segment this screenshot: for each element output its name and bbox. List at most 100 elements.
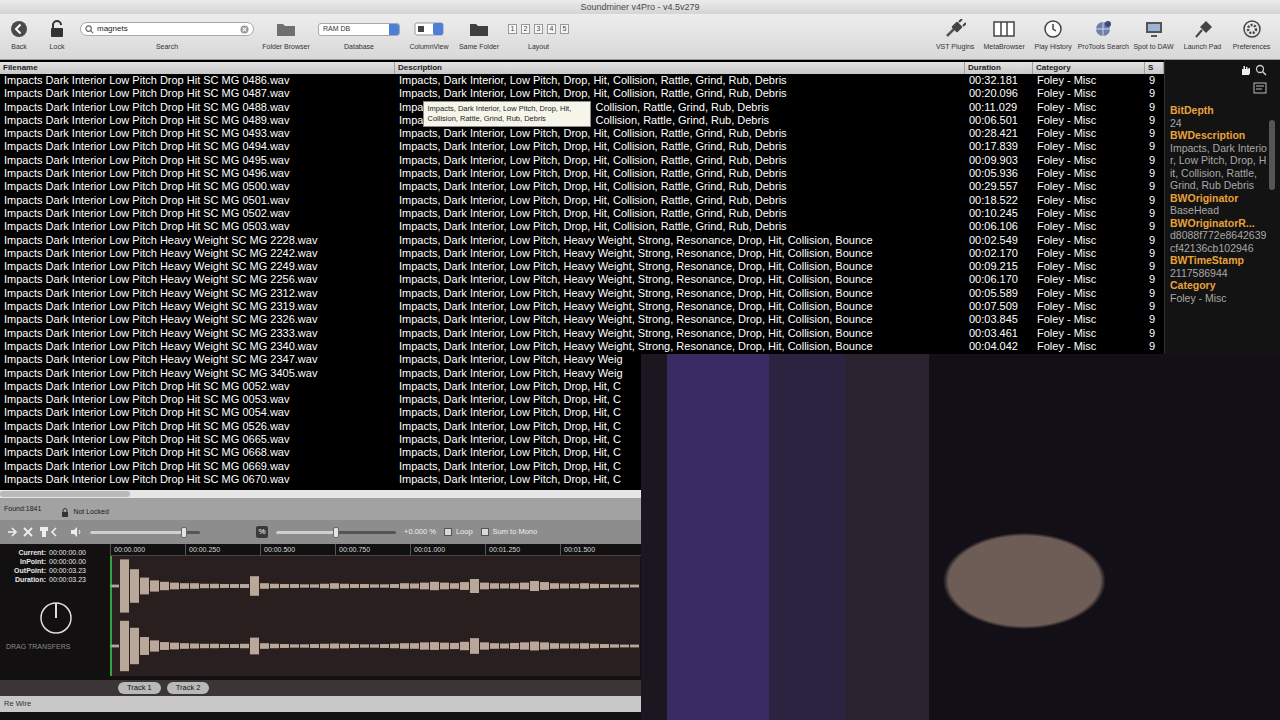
filename-cell: Impacts Dark Interior Low Pitch Drop Hit… (0, 207, 395, 220)
volume-slider[interactable] (90, 531, 200, 534)
table-row[interactable]: Impacts Dark Interior Low Pitch Drop Hit… (0, 127, 1164, 140)
table-row[interactable]: Impacts Dark Interior Low Pitch Heavy We… (0, 247, 1164, 260)
waveform-bar (620, 645, 629, 648)
toolbar-button[interactable]: VST Plugins (931, 16, 980, 59)
column-header[interactable]: S (1145, 62, 1164, 74)
search-field[interactable] (80, 22, 254, 36)
description-text: Impacts, Dark Interior, Low Pitch, Drop,… (399, 460, 621, 472)
search-icon[interactable] (1255, 64, 1267, 76)
sum-to-mono-checkbox[interactable]: Sum to Mono (481, 526, 538, 537)
description-text: Impacts, Dark Interior, Low Pitch, Heavy… (399, 234, 873, 246)
knob-icon[interactable] (38, 600, 74, 636)
table-row[interactable]: Impacts Dark Interior Low Pitch Drop Hit… (0, 167, 1164, 180)
metadata-scrollbar[interactable] (1269, 120, 1275, 190)
scroll-thumb[interactable] (0, 491, 130, 497)
toolbar-icon-box (468, 16, 490, 42)
table-row[interactable]: Impacts Dark Interior Low Pitch Heavy We… (0, 287, 1164, 300)
layout-button[interactable]: 5 (560, 24, 569, 34)
toolbar-button[interactable]: Folder Browser (262, 16, 310, 59)
loop-checkbox-box[interactable] (444, 528, 452, 536)
metadata-field: BWOriginatorBaseHead (1170, 192, 1267, 217)
waveform-bar (220, 644, 229, 648)
document-icon[interactable] (1253, 82, 1267, 94)
description-text: Impacts, Dark Interior, Low Pitch, Heavy… (399, 367, 623, 379)
lock-status[interactable]: Not Locked (61, 504, 108, 520)
time-line: Duration:00:00:03.23 (6, 575, 106, 584)
category-cell: Foley - Misc (1033, 194, 1145, 207)
toolbar-button[interactable]: Preferences (1227, 16, 1276, 59)
toolbar-button[interactable]: Lock (42, 16, 72, 59)
table-row[interactable]: Impacts Dark Interior Low Pitch Drop Hit… (0, 207, 1164, 220)
table-row[interactable]: Impacts Dark Interior Low Pitch Heavy We… (0, 313, 1164, 326)
hand-icon[interactable] (1239, 64, 1251, 76)
waveform-bar (120, 621, 129, 671)
pin-icon (1192, 19, 1214, 39)
waveform-bar (400, 643, 409, 649)
track-tab[interactable]: Track 1 (118, 682, 161, 694)
table-horizontal-scrollbar[interactable] (0, 490, 641, 498)
toolbar-button[interactable]: Spot to DAW (1129, 16, 1178, 59)
search-label: Search (156, 42, 178, 53)
volume-slider-thumb[interactable] (181, 527, 187, 538)
table-row[interactable]: Impacts Dark Interior Low Pitch Drop Hit… (0, 140, 1164, 153)
loop-checkbox[interactable]: Loop (444, 526, 473, 537)
table-row[interactable]: Impacts Dark Interior Low Pitch Drop Hit… (0, 101, 1164, 114)
table-row[interactable]: Impacts Dark Interior Low Pitch Drop Hit… (0, 74, 1164, 87)
table-row[interactable]: Impacts Dark Interior Low Pitch Heavy We… (0, 273, 1164, 286)
table-row[interactable]: Impacts Dark Interior Low Pitch Heavy We… (0, 340, 1164, 353)
table-row[interactable]: Impacts Dark Interior Low Pitch Heavy We… (0, 234, 1164, 247)
category-cell: Foley - Misc (1033, 273, 1145, 286)
table-row[interactable]: Impacts Dark Interior Low Pitch Drop Hit… (0, 220, 1164, 233)
search-input[interactable] (97, 23, 237, 35)
playhead[interactable] (110, 556, 112, 676)
description-cell: Impacts, Dark Interior, Low Pitch, Heavy… (395, 260, 965, 273)
transport-icon[interactable] (6, 525, 62, 539)
description-text: Impacts, Dark Interior, Low Pitch, Drop,… (399, 167, 787, 179)
column-header[interactable]: Filename (0, 62, 395, 74)
track-tab[interactable]: Track 2 (167, 682, 210, 694)
toolbar-button[interactable]: Play History (1029, 16, 1078, 59)
description-text: Impacts, Dark Interior, Low Pitch, Heavy… (399, 340, 873, 352)
filename-cell: Impacts Dark Interior Low Pitch Drop Hit… (0, 460, 395, 473)
table-row[interactable]: Impacts Dark Interior Low Pitch Drop Hit… (0, 180, 1164, 193)
toolbar-button[interactable]: Back (4, 16, 34, 59)
toolbar-button[interactable]: Launch Pad (1178, 16, 1227, 59)
table-row[interactable]: Impacts Dark Interior Low Pitch Drop Hit… (0, 87, 1164, 100)
pitch-slider[interactable] (276, 531, 396, 534)
waveform-bar (310, 584, 319, 587)
database-tool: RAM DBDatabase (318, 16, 400, 59)
toolbar-button[interactable]: Same Folder (458, 16, 500, 59)
toolbar-icon-box (944, 16, 966, 42)
folder-icon (275, 20, 297, 38)
table-row[interactable]: Impacts Dark Interior Low Pitch Heavy We… (0, 300, 1164, 313)
waveform-bar (600, 584, 609, 588)
toolbar-button[interactable]: ProTools Search (1078, 16, 1129, 59)
waveform-bar (570, 643, 579, 648)
toolbar-icon-box (1143, 16, 1165, 42)
table-row[interactable]: Impacts Dark Interior Low Pitch Drop Hit… (0, 194, 1164, 207)
layout-button[interactable]: 1 (508, 24, 517, 34)
metadata-label: Category (1170, 279, 1267, 292)
waveform-bar (430, 642, 439, 650)
s-cell: 9 (1145, 220, 1164, 233)
waveform-area: Current:00:00:00.00InPoint:00:00:00.00Ou… (0, 544, 641, 680)
percent-button[interactable]: % (256, 526, 268, 538)
metadata-field: CategoryFoley - Misc (1170, 279, 1267, 304)
table-row[interactable]: Impacts Dark Interior Low Pitch Heavy We… (0, 260, 1164, 273)
table-row[interactable]: Impacts Dark Interior Low Pitch Drop Hit… (0, 154, 1164, 167)
waveform[interactable] (110, 556, 640, 676)
column-header[interactable]: Description (395, 62, 965, 74)
waveform-bar (160, 582, 169, 590)
layout-button[interactable]: 2 (521, 24, 530, 34)
layout-button[interactable]: 4 (547, 24, 556, 34)
column-header[interactable]: Category (1033, 62, 1145, 74)
table-row[interactable]: Impacts Dark Interior Low Pitch Heavy We… (0, 327, 1164, 340)
column-header[interactable]: Duration (965, 62, 1033, 74)
pitch-slider-thumb[interactable] (333, 527, 339, 538)
layout-button[interactable]: 3 (534, 24, 543, 34)
metadata-tool-row (1239, 64, 1267, 76)
toolbar-button[interactable]: ColumnView (408, 16, 450, 59)
sum-to-mono-checkbox-box[interactable] (481, 528, 489, 536)
toolbar-button[interactable]: MetaBrowser (980, 16, 1029, 59)
database-dropdown[interactable]: RAM DB (318, 23, 400, 36)
